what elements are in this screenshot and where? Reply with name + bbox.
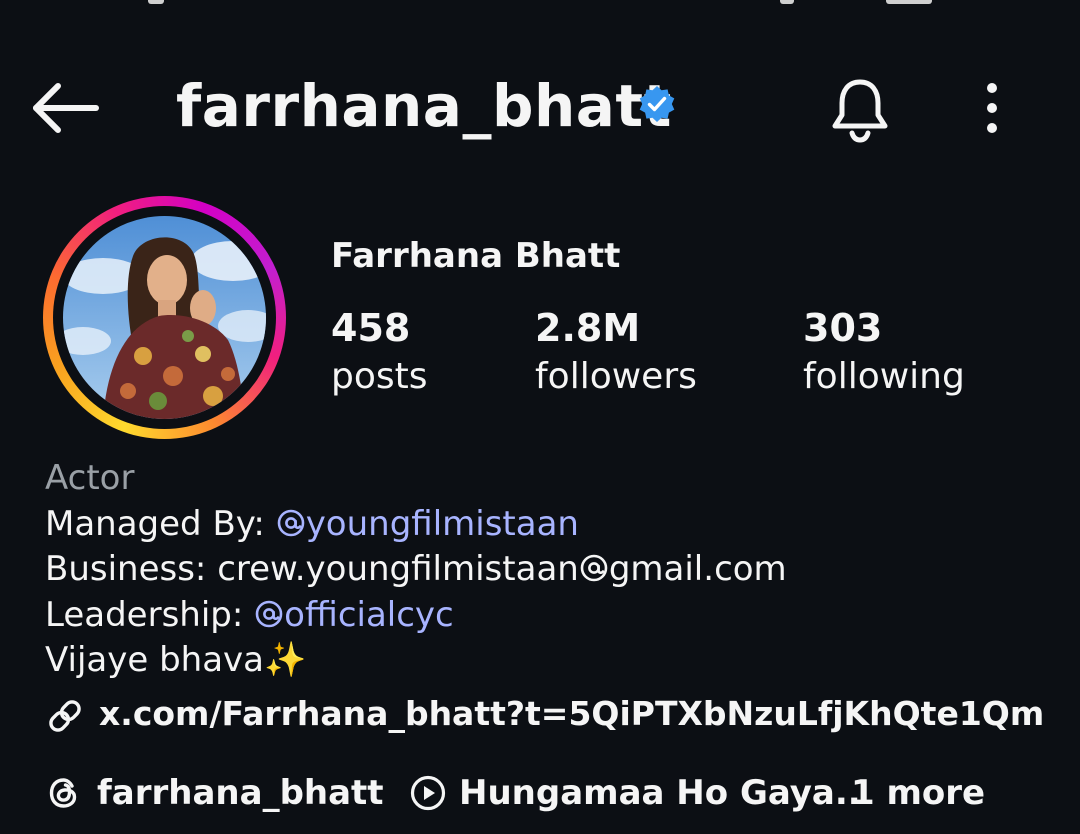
managed-prefix: Managed By: [45,503,276,544]
business-suffix: gmail.com [608,549,787,589]
more-chip-label: 1 more [851,773,986,813]
following-label: following [803,356,965,397]
more-vertical-icon [987,83,997,133]
threads-at-icon [255,600,283,627]
posts-stat[interactable]: 458 posts [331,302,428,400]
back-button[interactable] [28,76,104,140]
verified-badge [637,84,677,124]
profile-avatar[interactable] [63,216,266,419]
bio-link[interactable]: x.com/Farrhana_bhatt?t=5QiPTXbNzuLfjKhQt… [45,690,1045,738]
more-options-button[interactable] [972,80,1012,136]
threads-icon [49,778,77,808]
bio-leadership-line: Leadership: officialcyc [45,593,1055,639]
music-chip[interactable]: Hungamaa Ho Gaya.. [409,768,861,818]
threads-at-icon [580,554,608,582]
followers-stat[interactable]: 2.8M followers [535,302,697,400]
leadership-prefix: Leadership: [45,594,255,635]
posts-count: 458 [331,306,411,350]
threads-handle: farrhana_bhatt [97,773,384,813]
bio-category: Actor [45,458,135,498]
profile-header: farrhana_bhatt [0,60,1080,155]
following-stat[interactable]: 303 following [803,302,965,400]
bio-business-line: Business: crew.youngfilmistaan gmail.com [45,547,1055,593]
status-bar-remnant [0,0,1080,6]
profile-username[interactable]: farrhana_bhatt [176,74,672,138]
posts-label: posts [331,356,428,397]
bio-managed-line: Managed By: youngfilmistaan [45,502,1055,548]
bio-link-text[interactable]: x.com/Farrhana_bhatt?t=5QiPTXbNzuLfjKhQt… [99,690,1045,738]
bell-icon [832,79,888,143]
link-icon [49,700,81,732]
back-arrow-icon [33,83,99,133]
avatar-photo [63,216,266,419]
followers-label: followers [535,356,697,397]
mention-officialcyc[interactable]: officialcyc [254,595,454,635]
profile-chips: farrhana_bhatt Hungamaa Ho Gaya.. 1 more [45,768,1055,818]
story-ring[interactable] [43,196,286,439]
profile-bio: Actor Managed By: youngfilmistaan Busine… [45,456,1055,684]
following-count: 303 [803,306,883,350]
verified-badge-icon [639,86,675,122]
followers-count: 2.8M [535,306,641,350]
play-circle-icon [410,775,446,811]
leadership-handle: officialcyc [284,594,454,635]
mention-youngfilmistaan[interactable]: youngfilmistaan [276,504,579,544]
music-title: Hungamaa Ho Gaya.. [459,773,861,813]
threads-at-icon [277,509,304,536]
profile-display-name: Farrhana Bhatt [331,236,621,276]
threads-chip[interactable]: farrhana_bhatt [45,768,385,818]
bio-tagline: Vijaye bhava✨ [45,640,307,680]
more-chip[interactable]: 1 more [851,768,1011,818]
business-prefix: Business: crew.youngfilmistaan [45,549,579,589]
managed-handle: youngfilmistaan [305,503,579,544]
notifications-button[interactable] [828,74,892,144]
